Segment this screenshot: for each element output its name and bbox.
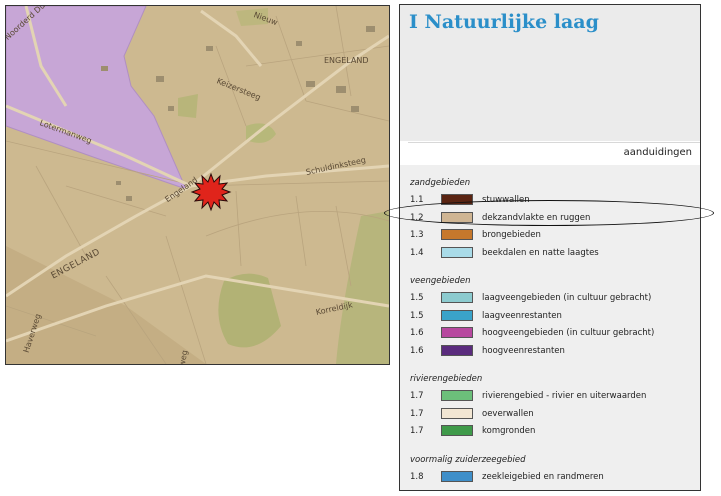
legend-section-heading: rivierengebieden	[410, 374, 483, 384]
legend-item-code: 1.3	[410, 230, 424, 240]
legend-item: 1.5 laagveengebieden (in cultuur gebracht…	[400, 290, 700, 306]
legend-item-label: hoogveengebieden (in cultuur gebracht)	[482, 328, 655, 338]
legend-item-label: brongebieden	[482, 230, 541, 240]
legend-item-label: oeverwallen	[482, 408, 534, 419]
legend-item: 1.6 hoogveenrestanten	[400, 343, 700, 359]
legend-item-swatch	[441, 292, 473, 303]
legend-item: 1.7 komgronden	[400, 423, 700, 439]
highlight-ellipse	[384, 200, 714, 226]
legend-item: 1.6 hoogveengebieden (in cultuur gebracht…	[400, 325, 700, 341]
legend-item: 1.7 oeverwallen	[400, 406, 700, 422]
legend-item-code: 1.6	[410, 328, 424, 338]
legend-item-label: laagveengebieden (in cultuur gebracht)	[482, 293, 652, 303]
legend-item-code: 1.8	[410, 472, 424, 482]
legend-item-label: zeekleigebied en randmeren	[482, 472, 604, 482]
legend-item-label: laagveenrestanten	[482, 310, 562, 321]
legend-item-code: 1.4	[410, 247, 424, 258]
legend-item: 1.5 laagveenrestanten	[400, 308, 700, 324]
legend-item-swatch	[441, 246, 473, 258]
legend-item: 1.8 zeekleigebied en randmeren	[400, 469, 700, 485]
green-patch-2	[178, 94, 198, 118]
legend-title: I Natuurlijke laag	[409, 11, 599, 33]
legend-section-heading: veengebieden	[410, 276, 471, 286]
map-panel[interactable]: Noorderd Dukatonweg Lotermanweg Keizerst…	[5, 5, 390, 365]
street-label-engeland-top: ENGELAND	[324, 56, 369, 65]
legend-item-label: beekdalen en natte laagtes	[482, 247, 599, 258]
legend-item-code: 1.5	[410, 293, 424, 303]
legend-item-code: 1.7	[410, 426, 424, 436]
tab-aanduidingen-label: aanduidingen	[623, 147, 692, 158]
legend-item-swatch	[441, 344, 473, 356]
legend-item-code: 1.7	[410, 391, 424, 401]
legend-item-swatch	[441, 309, 473, 321]
legend-item-swatch	[441, 407, 473, 419]
legend-panel: I Natuurlijke laag aanduidingen zandgebi…	[399, 4, 701, 491]
legend-item-swatch	[441, 425, 473, 436]
legend-item-code: 1.1	[410, 195, 424, 205]
legend-item-code: 1.6	[410, 345, 424, 356]
legend-item: 1.3 brongebieden	[400, 227, 700, 243]
legend-item-swatch	[441, 229, 473, 240]
legend-section-heading: zandgebieden	[410, 178, 471, 188]
legend-item-code: 1.5	[410, 310, 424, 321]
legend-section-heading: voormalig zuiderzeegebied	[410, 455, 526, 465]
tab-aanduidingen[interactable]: aanduidingen	[408, 142, 700, 166]
legend-item-swatch	[441, 471, 473, 482]
legend-item: 1.7 rivierengebied - rivier en uiterwaard…	[400, 388, 700, 404]
legend-item-swatch	[441, 390, 473, 401]
legend-header: I Natuurlijke laag	[400, 5, 700, 141]
legend-item-swatch	[441, 327, 473, 338]
legend-item-label: rivierengebied - rivier en uiterwaarden	[482, 391, 647, 401]
legend-item-code: 1.7	[410, 408, 424, 419]
legend-item-label: hoogveenrestanten	[482, 345, 565, 356]
legend-item: 1.4 beekdalen en natte laagtes	[400, 245, 700, 261]
legend-item-label: komgronden	[482, 426, 536, 436]
